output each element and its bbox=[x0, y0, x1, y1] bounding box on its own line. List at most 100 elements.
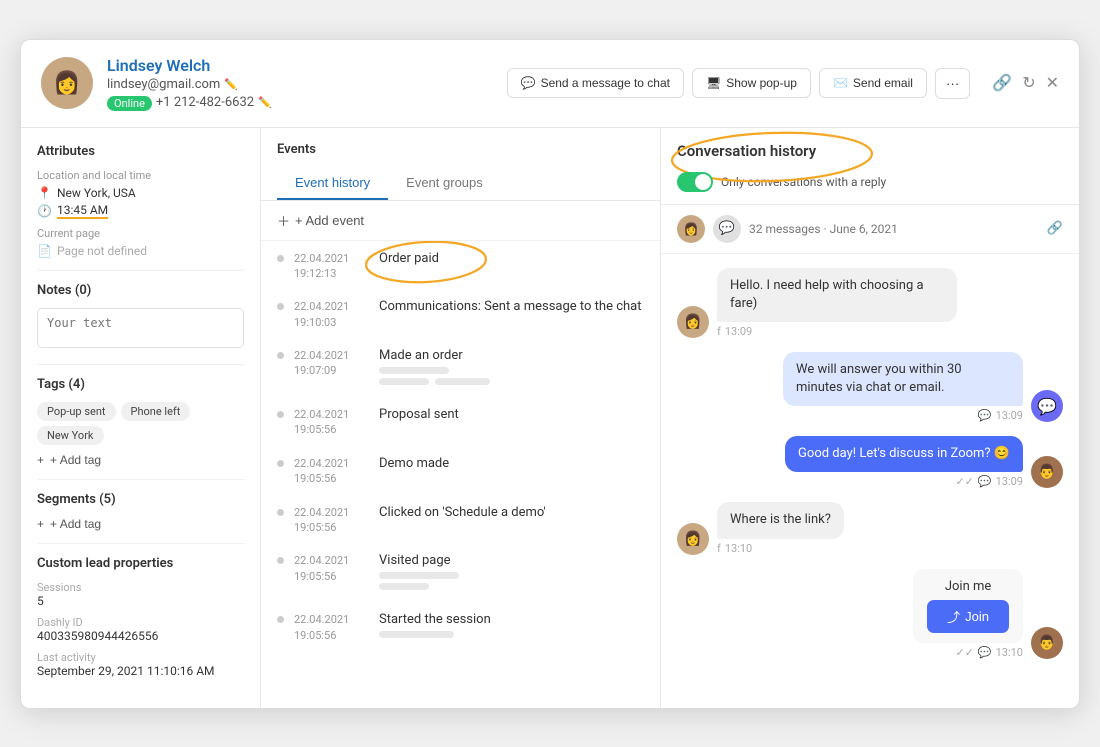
header: 👩 Lindsey Welch lindsey@gmail.com ✏️ Onl… bbox=[21, 40, 1079, 128]
add-segment-button[interactable]: + + Add tag bbox=[37, 517, 101, 531]
event-dot bbox=[277, 616, 284, 623]
time-value: 🕐 13:45 AM bbox=[37, 203, 244, 219]
chat-icon: 💬 bbox=[521, 76, 536, 90]
event-time: 22.04.202119:05:56 bbox=[294, 505, 369, 536]
conv-link-icon[interactable]: 🔗 bbox=[1047, 221, 1063, 236]
event-name: Proposal sent bbox=[379, 407, 644, 422]
event-dot bbox=[277, 460, 284, 467]
online-badge: Online bbox=[107, 96, 152, 111]
conversation-title: Conversation history bbox=[677, 142, 816, 160]
message-meta: f 13:09 bbox=[717, 325, 957, 338]
message-bubble: Good day! Let's discuss in Zoom? 😊 bbox=[785, 436, 1023, 472]
edit-phone-icon[interactable]: ✏️ bbox=[258, 96, 272, 109]
fb-icon: f bbox=[717, 325, 721, 338]
event-content: Order paid bbox=[379, 251, 644, 270]
fb-icon2: f bbox=[717, 542, 721, 555]
page-icon: 📄 bbox=[37, 244, 52, 258]
message-column: Good day! Let's discuss in Zoom? 😊 ✓✓ 💬 … bbox=[785, 436, 1023, 488]
location-icon: 📍 bbox=[37, 186, 52, 200]
send-email-button[interactable]: ✉️ Send email bbox=[819, 68, 927, 98]
send-message-button[interactable]: 💬 Send a message to chat bbox=[507, 68, 684, 98]
email-icon: ✉️ bbox=[833, 76, 848, 90]
events-header: Events Event history Event groups bbox=[261, 128, 660, 201]
window-controls: 🔗 ↻ ✕ bbox=[992, 73, 1059, 93]
event-row: 22.04.202119:10:03 Communications: Sent … bbox=[277, 299, 644, 330]
toggle-row: Only conversations with a reply bbox=[677, 172, 1063, 192]
location-label: Location and local time bbox=[37, 169, 244, 182]
notes-input[interactable] bbox=[37, 308, 244, 348]
message-row: 👨 Good day! Let's discuss in Zoom? 😊 ✓✓ … bbox=[677, 436, 1063, 488]
plus-segment-icon: + bbox=[37, 517, 44, 531]
join-card: Join me ⤴ Join bbox=[913, 569, 1023, 643]
close-icon[interactable]: ✕ bbox=[1046, 73, 1059, 93]
events-title: Events bbox=[277, 142, 644, 157]
refresh-icon[interactable]: ↻ bbox=[1022, 73, 1035, 93]
event-row: 22.04.202119:12:13 Order paid bbox=[277, 251, 644, 282]
tab-event-history[interactable]: Event history bbox=[277, 167, 388, 200]
tabs: Event history Event groups bbox=[277, 167, 644, 200]
notes-title: Notes (0) bbox=[37, 283, 244, 298]
current-page-value: 📄 Page not defined bbox=[37, 244, 244, 258]
tags-title: Tags (4) bbox=[37, 377, 244, 392]
event-row: 22.04.202119:07:09 Made an order bbox=[277, 348, 644, 389]
message-column: Join me ⤴ Join ✓✓ 💬 13:10 bbox=[913, 569, 1023, 659]
messages-list: 👩 Hello. I need help with choosing a far… bbox=[661, 254, 1079, 708]
tab-event-groups[interactable]: Event groups bbox=[388, 167, 501, 200]
events-list: 22.04.202119:12:13 Order paid 22.04.2021… bbox=[261, 241, 660, 708]
contact-name: Lindsey Welch bbox=[107, 56, 493, 75]
event-time: 22.04.202119:05:56 bbox=[294, 456, 369, 487]
event-dot bbox=[277, 352, 284, 359]
join-button[interactable]: ⤴ Join bbox=[927, 600, 1009, 633]
last-activity-label: Last activity bbox=[37, 651, 244, 664]
conversation-header: Conversation history Only conversations … bbox=[661, 128, 1079, 205]
add-tag-button[interactable]: + + Add tag bbox=[37, 453, 101, 467]
event-time: 22.04.202119:07:09 bbox=[294, 348, 369, 379]
placeholder-bar bbox=[379, 583, 429, 590]
conv-meta-info: 32 messages · June 6, 2021 bbox=[749, 222, 1039, 236]
toggle-label: Only conversations with a reply bbox=[721, 175, 886, 189]
tag-new-york: New York bbox=[37, 426, 104, 445]
event-time: 22.04.202119:05:56 bbox=[294, 553, 369, 584]
link-icon[interactable]: 🔗 bbox=[992, 73, 1012, 93]
double-check-icon: ✓✓ bbox=[955, 475, 973, 488]
show-popup-button[interactable]: 🖥 Show pop-up bbox=[692, 68, 811, 98]
event-name: Clicked on 'Schedule a demo' bbox=[379, 505, 644, 520]
sessions-label: Sessions bbox=[37, 581, 244, 594]
message-avatar-bot: 💬 bbox=[1031, 390, 1063, 422]
event-dot bbox=[277, 255, 284, 262]
event-row: 22.04.202119:05:56 Demo made bbox=[277, 456, 644, 487]
last-activity-value: September 29, 2021 11:10:16 AM bbox=[37, 664, 244, 678]
conversation-meta: 👩 💬 32 messages · June 6, 2021 🔗 bbox=[661, 205, 1079, 254]
chat-source-icon2: 💬 bbox=[978, 475, 992, 488]
event-row: 22.04.202119:05:56 Clicked on 'Schedule … bbox=[277, 505, 644, 536]
event-name: Started the session bbox=[379, 612, 644, 627]
dashly-id-label: Dashly ID bbox=[37, 616, 244, 629]
current-page-label: Current page bbox=[37, 227, 244, 240]
popup-icon: 🖥 bbox=[706, 76, 721, 90]
edit-email-icon[interactable]: ✏️ bbox=[224, 78, 238, 91]
message-meta: ✓✓ 💬 13:09 bbox=[785, 475, 1023, 488]
message-time: 13:09 bbox=[996, 409, 1023, 422]
add-event-button[interactable]: ＋ + Add event bbox=[261, 201, 660, 241]
event-time: 22.04.202119:05:56 bbox=[294, 612, 369, 643]
tag-list: Pop-up sent Phone left New York bbox=[37, 402, 244, 445]
event-content: Clicked on 'Schedule a demo' bbox=[379, 505, 644, 524]
sessions-value: 5 bbox=[37, 594, 244, 608]
placeholder-bar bbox=[379, 367, 449, 374]
message-time: 13:10 bbox=[725, 542, 752, 555]
message-row: 👩 Where is the link? f 13:10 bbox=[677, 502, 1063, 554]
body: Attributes Location and local time 📍 New… bbox=[21, 128, 1079, 708]
message-meta: f 13:10 bbox=[717, 542, 844, 555]
plus-icon: + bbox=[37, 453, 44, 467]
event-content: Started the session bbox=[379, 612, 644, 642]
event-content: Made an order bbox=[379, 348, 644, 389]
event-dot bbox=[277, 557, 284, 564]
more-options-button[interactable]: ··· bbox=[935, 68, 970, 99]
event-row: 22.04.202119:05:56 Started the session bbox=[277, 612, 644, 643]
tag-phone-left: Phone left bbox=[121, 402, 191, 421]
clock-icon: 🕐 bbox=[37, 204, 52, 218]
message-avatar: 👩 bbox=[677, 523, 709, 555]
message-avatar-agent: 👨 bbox=[1031, 456, 1063, 488]
events-panel: Events Event history Event groups ＋ + Ad… bbox=[261, 128, 661, 708]
reply-toggle[interactable] bbox=[677, 172, 713, 192]
